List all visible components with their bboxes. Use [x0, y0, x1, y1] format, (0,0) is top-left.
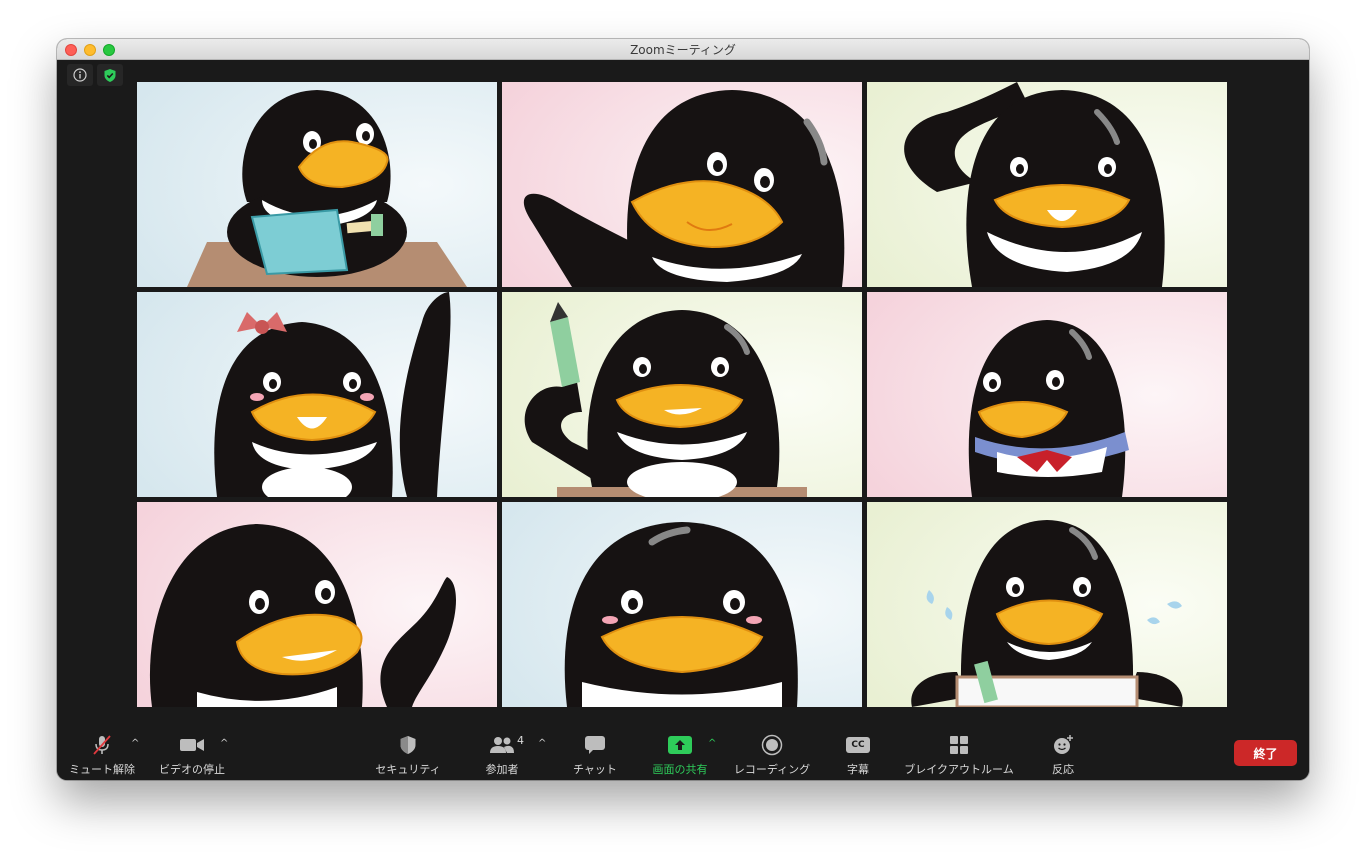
share-screen-button[interactable]: 画面の共有	[645, 734, 715, 777]
reactions-button[interactable]: 反応	[1028, 734, 1098, 777]
participant-video-4[interactable]	[137, 292, 497, 497]
share-screen-arrow-icon	[668, 736, 692, 754]
security-button[interactable]: セキュリティ	[373, 734, 443, 777]
participant-video-8[interactable]	[502, 502, 862, 707]
video-options-caret[interactable]: ^	[220, 738, 228, 749]
recording-button[interactable]: レコーディング	[731, 734, 813, 777]
participants-button[interactable]: 4 参加者	[467, 734, 537, 777]
participant-video-7[interactable]	[137, 502, 497, 707]
muted-microphone-icon	[93, 735, 111, 755]
video-camera-icon	[180, 739, 204, 751]
chat-button[interactable]: チャット	[560, 734, 630, 777]
meeting-area	[57, 60, 1309, 728]
participant-video-6[interactable]	[867, 292, 1227, 497]
end-meeting-button[interactable]: 終了	[1234, 740, 1297, 766]
encryption-shield-icon	[104, 68, 116, 82]
participants-icon	[490, 737, 514, 753]
breakout-rooms-button[interactable]: ブレイクアウトルーム	[902, 734, 1016, 777]
unmute-button[interactable]: ミュート解除	[67, 734, 137, 777]
chat-bubble-icon	[585, 736, 605, 754]
participant-video-1[interactable]	[137, 82, 497, 287]
participants-options-caret[interactable]: ^	[538, 738, 546, 749]
participant-count: 4	[517, 734, 524, 747]
closed-captions-icon: CC	[846, 737, 870, 753]
encryption-button[interactable]	[97, 64, 123, 86]
breakout-rooms-grid-icon	[950, 736, 968, 754]
participant-video-2[interactable]	[502, 82, 862, 287]
zoom-window: Zoomミーティング ミュート解除 ^ ビデオの停止 ^ セキュリティ 4 参加…	[57, 39, 1309, 780]
record-icon	[761, 734, 783, 756]
captions-button[interactable]: CC 字幕	[823, 734, 893, 777]
window-title: Zoomミーティング	[630, 43, 736, 57]
shield-icon	[400, 736, 416, 754]
info-icon	[73, 68, 87, 82]
audio-options-caret[interactable]: ^	[131, 738, 139, 749]
stop-video-button[interactable]: ビデオの停止	[157, 734, 227, 777]
title-bar: Zoomミーティング	[57, 39, 1309, 60]
meeting-info-button[interactable]	[67, 64, 93, 86]
meeting-toolbar: ミュート解除 ^ ビデオの停止 ^ セキュリティ 4 参加者 ^ チャット 画面…	[57, 728, 1309, 780]
participant-video-9[interactable]	[867, 502, 1227, 707]
share-options-caret[interactable]: ^	[708, 738, 716, 749]
gallery-view	[137, 82, 1229, 708]
participant-video-3[interactable]	[867, 82, 1227, 287]
participant-video-5[interactable]	[502, 292, 862, 497]
smiley-plus-icon	[1054, 735, 1073, 754]
